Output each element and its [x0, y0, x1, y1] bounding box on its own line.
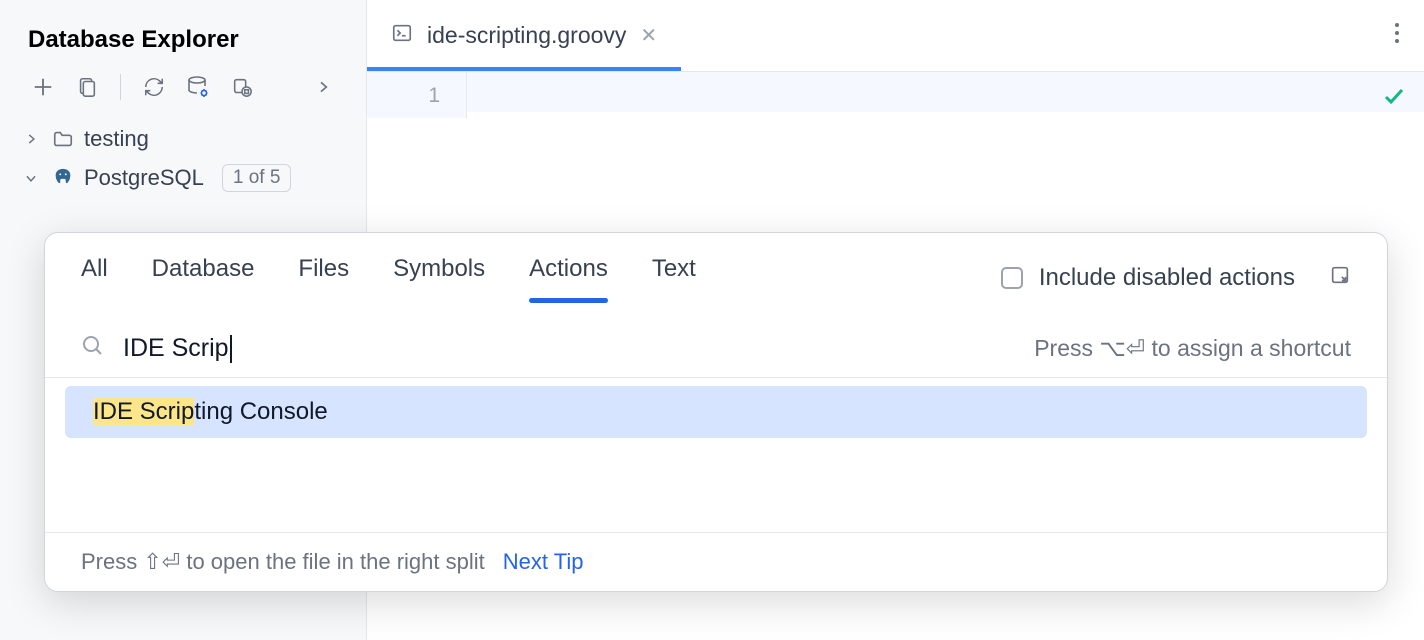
sidebar-title: Database Explorer	[0, 0, 366, 72]
code-content[interactable]	[467, 72, 1424, 112]
tree-item-testing[interactable]: testing	[16, 120, 350, 158]
chevron-down-icon	[24, 171, 42, 185]
line-number: 1	[367, 84, 440, 108]
footer-hint: Press ⇧⏎ to open the file in the right s…	[81, 549, 485, 575]
more-menu-icon[interactable]	[1370, 22, 1424, 49]
close-icon[interactable]: ✕	[640, 23, 657, 48]
sidebar-toolbar	[0, 72, 366, 120]
tab-text[interactable]: Text	[652, 255, 696, 301]
search-everywhere-popup: All Database Files Symbols Actions Text …	[44, 232, 1388, 592]
tree-label: testing	[84, 126, 149, 152]
refresh-button[interactable]	[139, 72, 169, 102]
tab-all[interactable]: All	[81, 255, 108, 301]
expand-icon[interactable]	[1329, 264, 1351, 293]
database-settings-icon[interactable]	[183, 72, 213, 102]
toolbar-divider	[120, 74, 121, 100]
tree-item-postgresql[interactable]: PostgreSQL 1 of 5	[16, 158, 350, 198]
tab-database[interactable]: Database	[152, 255, 255, 301]
tab-files[interactable]: Files	[298, 255, 349, 301]
search-results: IDE Scripting Console	[45, 378, 1387, 532]
copy-icon[interactable]	[72, 72, 102, 102]
tab-actions[interactable]: Actions	[529, 255, 608, 301]
postgresql-icon	[52, 167, 74, 189]
tab-symbols[interactable]: Symbols	[393, 255, 485, 301]
check-icon[interactable]	[1382, 84, 1406, 113]
stop-icon[interactable]	[227, 72, 257, 102]
editor-tab-bar: ide-scripting.groovy ✕	[367, 0, 1424, 72]
database-tree: testing PostgreSQL 1 of 5	[0, 120, 366, 198]
folder-icon	[52, 128, 74, 150]
tab-filename: ide-scripting.groovy	[427, 22, 626, 49]
add-button[interactable]	[28, 72, 58, 102]
search-footer: Press ⇧⏎ to open the file in the right s…	[45, 532, 1387, 591]
result-item[interactable]: IDE Scripting Console	[65, 386, 1367, 438]
search-icon	[81, 334, 105, 363]
search-input-row: IDE Scrip Press ⌥⏎ to assign a shortcut	[45, 320, 1387, 378]
search-input[interactable]: IDE Scrip	[123, 334, 232, 363]
tree-label: PostgreSQL	[84, 165, 204, 191]
editor-tab[interactable]: ide-scripting.groovy ✕	[367, 0, 681, 71]
include-disabled-label: Include disabled actions	[1039, 264, 1295, 292]
collapse-chevron-icon[interactable]	[308, 72, 338, 102]
search-tabs: All Database Files Symbols Actions Text …	[45, 233, 1387, 320]
shortcut-hint: Press ⌥⏎ to assign a shortcut	[1034, 335, 1351, 362]
include-disabled-checkbox[interactable]	[1001, 267, 1023, 289]
next-tip-link[interactable]: Next Tip	[503, 549, 584, 575]
terminal-icon	[391, 22, 413, 50]
count-badge: 1 of 5	[222, 164, 292, 192]
chevron-right-icon	[24, 132, 42, 146]
